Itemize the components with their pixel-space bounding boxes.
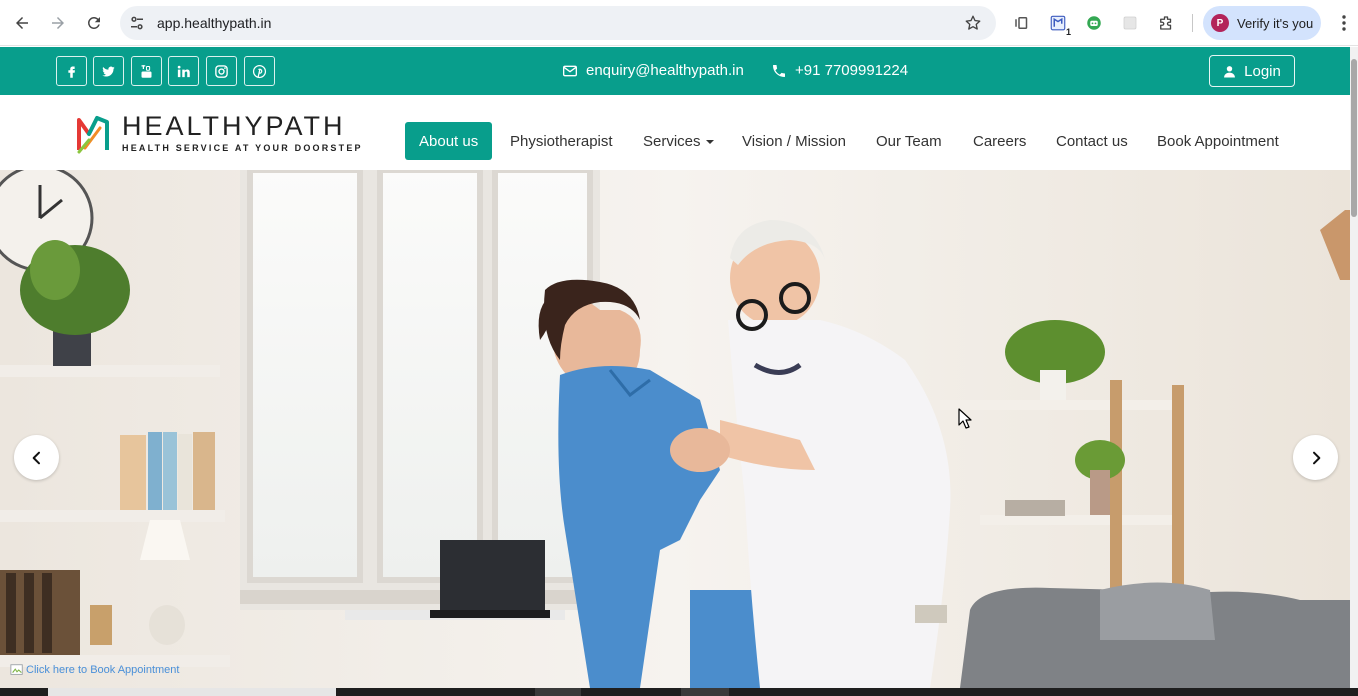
reload-icon xyxy=(87,16,100,29)
address-bar[interactable]: app.healthypath.in xyxy=(120,6,996,40)
nav-vision-mission[interactable]: Vision / Mission xyxy=(742,122,846,160)
nav-about-us[interactable]: About us xyxy=(405,122,493,160)
book-appointment-alt-text: Click here to Book Appointment xyxy=(26,664,180,676)
login-label: Login xyxy=(1244,62,1281,80)
arrow-right-icon xyxy=(52,17,64,29)
hero-image xyxy=(0,170,1350,688)
youtube-link[interactable] xyxy=(131,56,162,86)
bookmark-star-icon[interactable] xyxy=(964,14,982,32)
nav-book-appointment[interactable]: Book Appointment xyxy=(1157,122,1279,160)
chevron-right-icon xyxy=(1312,451,1320,464)
twitter-link[interactable] xyxy=(93,56,124,86)
reading-mode-icon[interactable] xyxy=(1011,12,1033,34)
chevron-left-icon xyxy=(32,451,40,464)
forward-button[interactable] xyxy=(44,9,72,37)
scrollbar-thumb[interactable] xyxy=(1351,59,1357,217)
profile-avatar: P xyxy=(1211,14,1229,32)
extension-robot-icon[interactable] xyxy=(1083,12,1105,34)
browser-toolbar: app.healthypath.in 1 P Verify it's you xyxy=(0,0,1358,46)
extensions-puzzle-icon[interactable] xyxy=(1155,12,1177,34)
site-topbar: enquiry@healthypath.in +91 7709991224 Lo… xyxy=(0,47,1350,95)
carousel-prev-button[interactable] xyxy=(14,435,59,480)
toolbar-divider xyxy=(1192,14,1193,32)
mouse-cursor-icon xyxy=(958,408,972,429)
book-appointment-image-link[interactable]: Click here to Book Appointment xyxy=(10,663,179,677)
caret-down-icon xyxy=(705,140,714,144)
linkedin-icon xyxy=(177,65,190,77)
brand-tagline: HEALTH SERVICE AT YOUR DOORSTEP xyxy=(122,143,363,153)
taskbar-search[interactable] xyxy=(48,688,336,696)
arrow-left-icon xyxy=(16,17,28,29)
back-button[interactable] xyxy=(8,9,36,37)
user-icon xyxy=(1224,65,1236,77)
nav-services[interactable]: Services xyxy=(643,122,714,160)
facebook-link[interactable] xyxy=(56,56,87,86)
url-text[interactable]: app.healthypath.in xyxy=(157,15,271,31)
nav-services-label: Services xyxy=(643,132,701,150)
youtube-icon xyxy=(141,64,152,78)
linkedin-link[interactable] xyxy=(168,56,199,86)
site-logo[interactable]: HEALTHYPATH HEALTH SERVICE AT YOUR DOORS… xyxy=(76,110,361,156)
nav-contact-us[interactable]: Contact us xyxy=(1056,122,1128,160)
site-settings-icon[interactable] xyxy=(128,14,146,32)
pinterest-icon xyxy=(252,64,267,78)
healthypath-logo-icon xyxy=(77,116,109,154)
hero-carousel: Click here to Book Appointment xyxy=(0,170,1350,688)
email-contact[interactable]: enquiry@healthypath.in xyxy=(562,62,744,79)
envelope-icon xyxy=(563,65,577,76)
reload-button[interactable] xyxy=(80,9,108,37)
os-taskbar xyxy=(0,688,1358,696)
pinterest-link[interactable] xyxy=(244,56,275,86)
nav-our-team[interactable]: Our Team xyxy=(876,122,942,160)
email-text: enquiry@healthypath.in xyxy=(586,62,744,79)
taskbar-app[interactable] xyxy=(681,688,729,696)
main-navbar: HEALTHYPATH HEALTH SERVICE AT YOUR DOORS… xyxy=(0,95,1350,170)
extension-flag-icon[interactable]: 1 xyxy=(1047,12,1071,37)
brand-name: HEALTHYPATH xyxy=(122,111,346,141)
instagram-icon xyxy=(215,64,228,78)
nav-physiotherapist[interactable]: Physiotherapist xyxy=(510,122,613,160)
verify-label: Verify it's you xyxy=(1237,15,1314,31)
browser-menu-button[interactable] xyxy=(1334,12,1354,34)
profile-verify-button[interactable]: P Verify it's you xyxy=(1203,6,1321,40)
twitter-icon xyxy=(102,66,115,77)
extension-badge: 1 xyxy=(1065,27,1071,37)
phone-text: +91 7709991224 xyxy=(795,62,909,79)
nav-careers[interactable]: Careers xyxy=(973,122,1026,160)
more-vertical-icon xyxy=(1342,15,1346,31)
phone-icon xyxy=(773,64,785,77)
login-button[interactable]: Login xyxy=(1209,55,1295,87)
broken-image-icon xyxy=(10,664,23,675)
instagram-link[interactable] xyxy=(206,56,237,86)
carousel-next-button[interactable] xyxy=(1293,435,1338,480)
page-scrollbar[interactable] xyxy=(1350,47,1358,696)
facebook-icon xyxy=(68,66,75,78)
extension-grid-icon[interactable] xyxy=(1119,12,1141,34)
taskbar-app[interactable] xyxy=(535,688,581,696)
phone-contact[interactable]: +91 7709991224 xyxy=(771,62,908,79)
